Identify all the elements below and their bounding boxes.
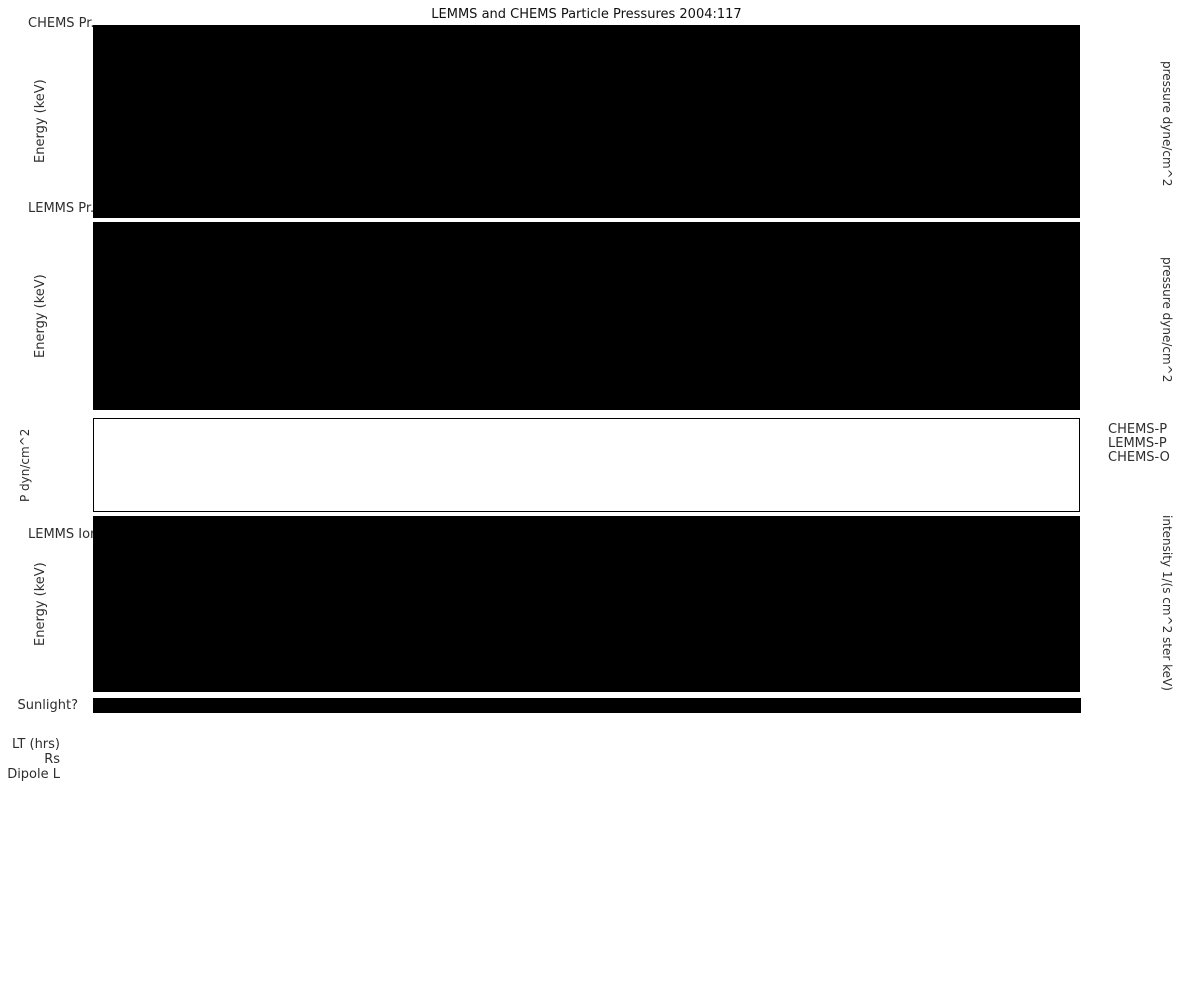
legend-label-chems-o: CHEMS-O [1108,450,1170,465]
sunlight-strip [93,698,1081,713]
lemms-pressure-spectrogram-panel [93,222,1080,410]
p2-energy-axis-label: Energy (keV) [33,222,48,410]
legend-item-chems-p: CHEMS-P [1088,422,1167,436]
p1-energy-axis-label: Energy (keV) [33,25,48,218]
legend-label-chems-p: CHEMS-P [1108,422,1167,437]
cb1-pressure-colorbar-label: pressure dyne/cm^2 [1160,30,1174,218]
figure-lemms-chems-particle-pressures: LEMMS and CHEMS Particle Pressures 2004:… [0,0,1200,1000]
ephemeris-row-label-lt: LT (hrs) [0,737,60,752]
legend-label-lemms-p: LEMMS-P [1108,436,1167,451]
panel-label-sunlight: Sunlight? [0,698,78,713]
chems-pressure-spectrogram-panel [93,25,1080,218]
lemms-ions-spectrogram-panel [93,516,1080,692]
ephemeris-row-label-dipole: Dipole L [0,767,60,782]
p4-energy-axis-label: Energy (keV) [33,516,48,692]
legend-line-lemms-p-icon [1088,438,1104,448]
legend-item-chems-o: CHEMS-O [1088,450,1170,464]
legend-line-chems-o-icon [1088,452,1104,462]
legend-item-lemms-p: LEMMS-P [1088,436,1167,450]
ephemeris-row-label-rs: Rs [0,752,60,767]
cb2-pressure-colorbar-label: pressure dyne/cm^2 [1160,230,1174,410]
page-title: LEMMS and CHEMS Particle Pressures 2004:… [93,7,1080,22]
pressure-line-plot-panel [93,418,1080,512]
p3-pressure-axis-label: P dyn/cm^2 [18,418,32,512]
legend-line-chems-p-icon [1088,424,1104,434]
cb4-intensity-colorbar-label: intensity 1/(s cm^2 ster keV) [1160,513,1174,692]
